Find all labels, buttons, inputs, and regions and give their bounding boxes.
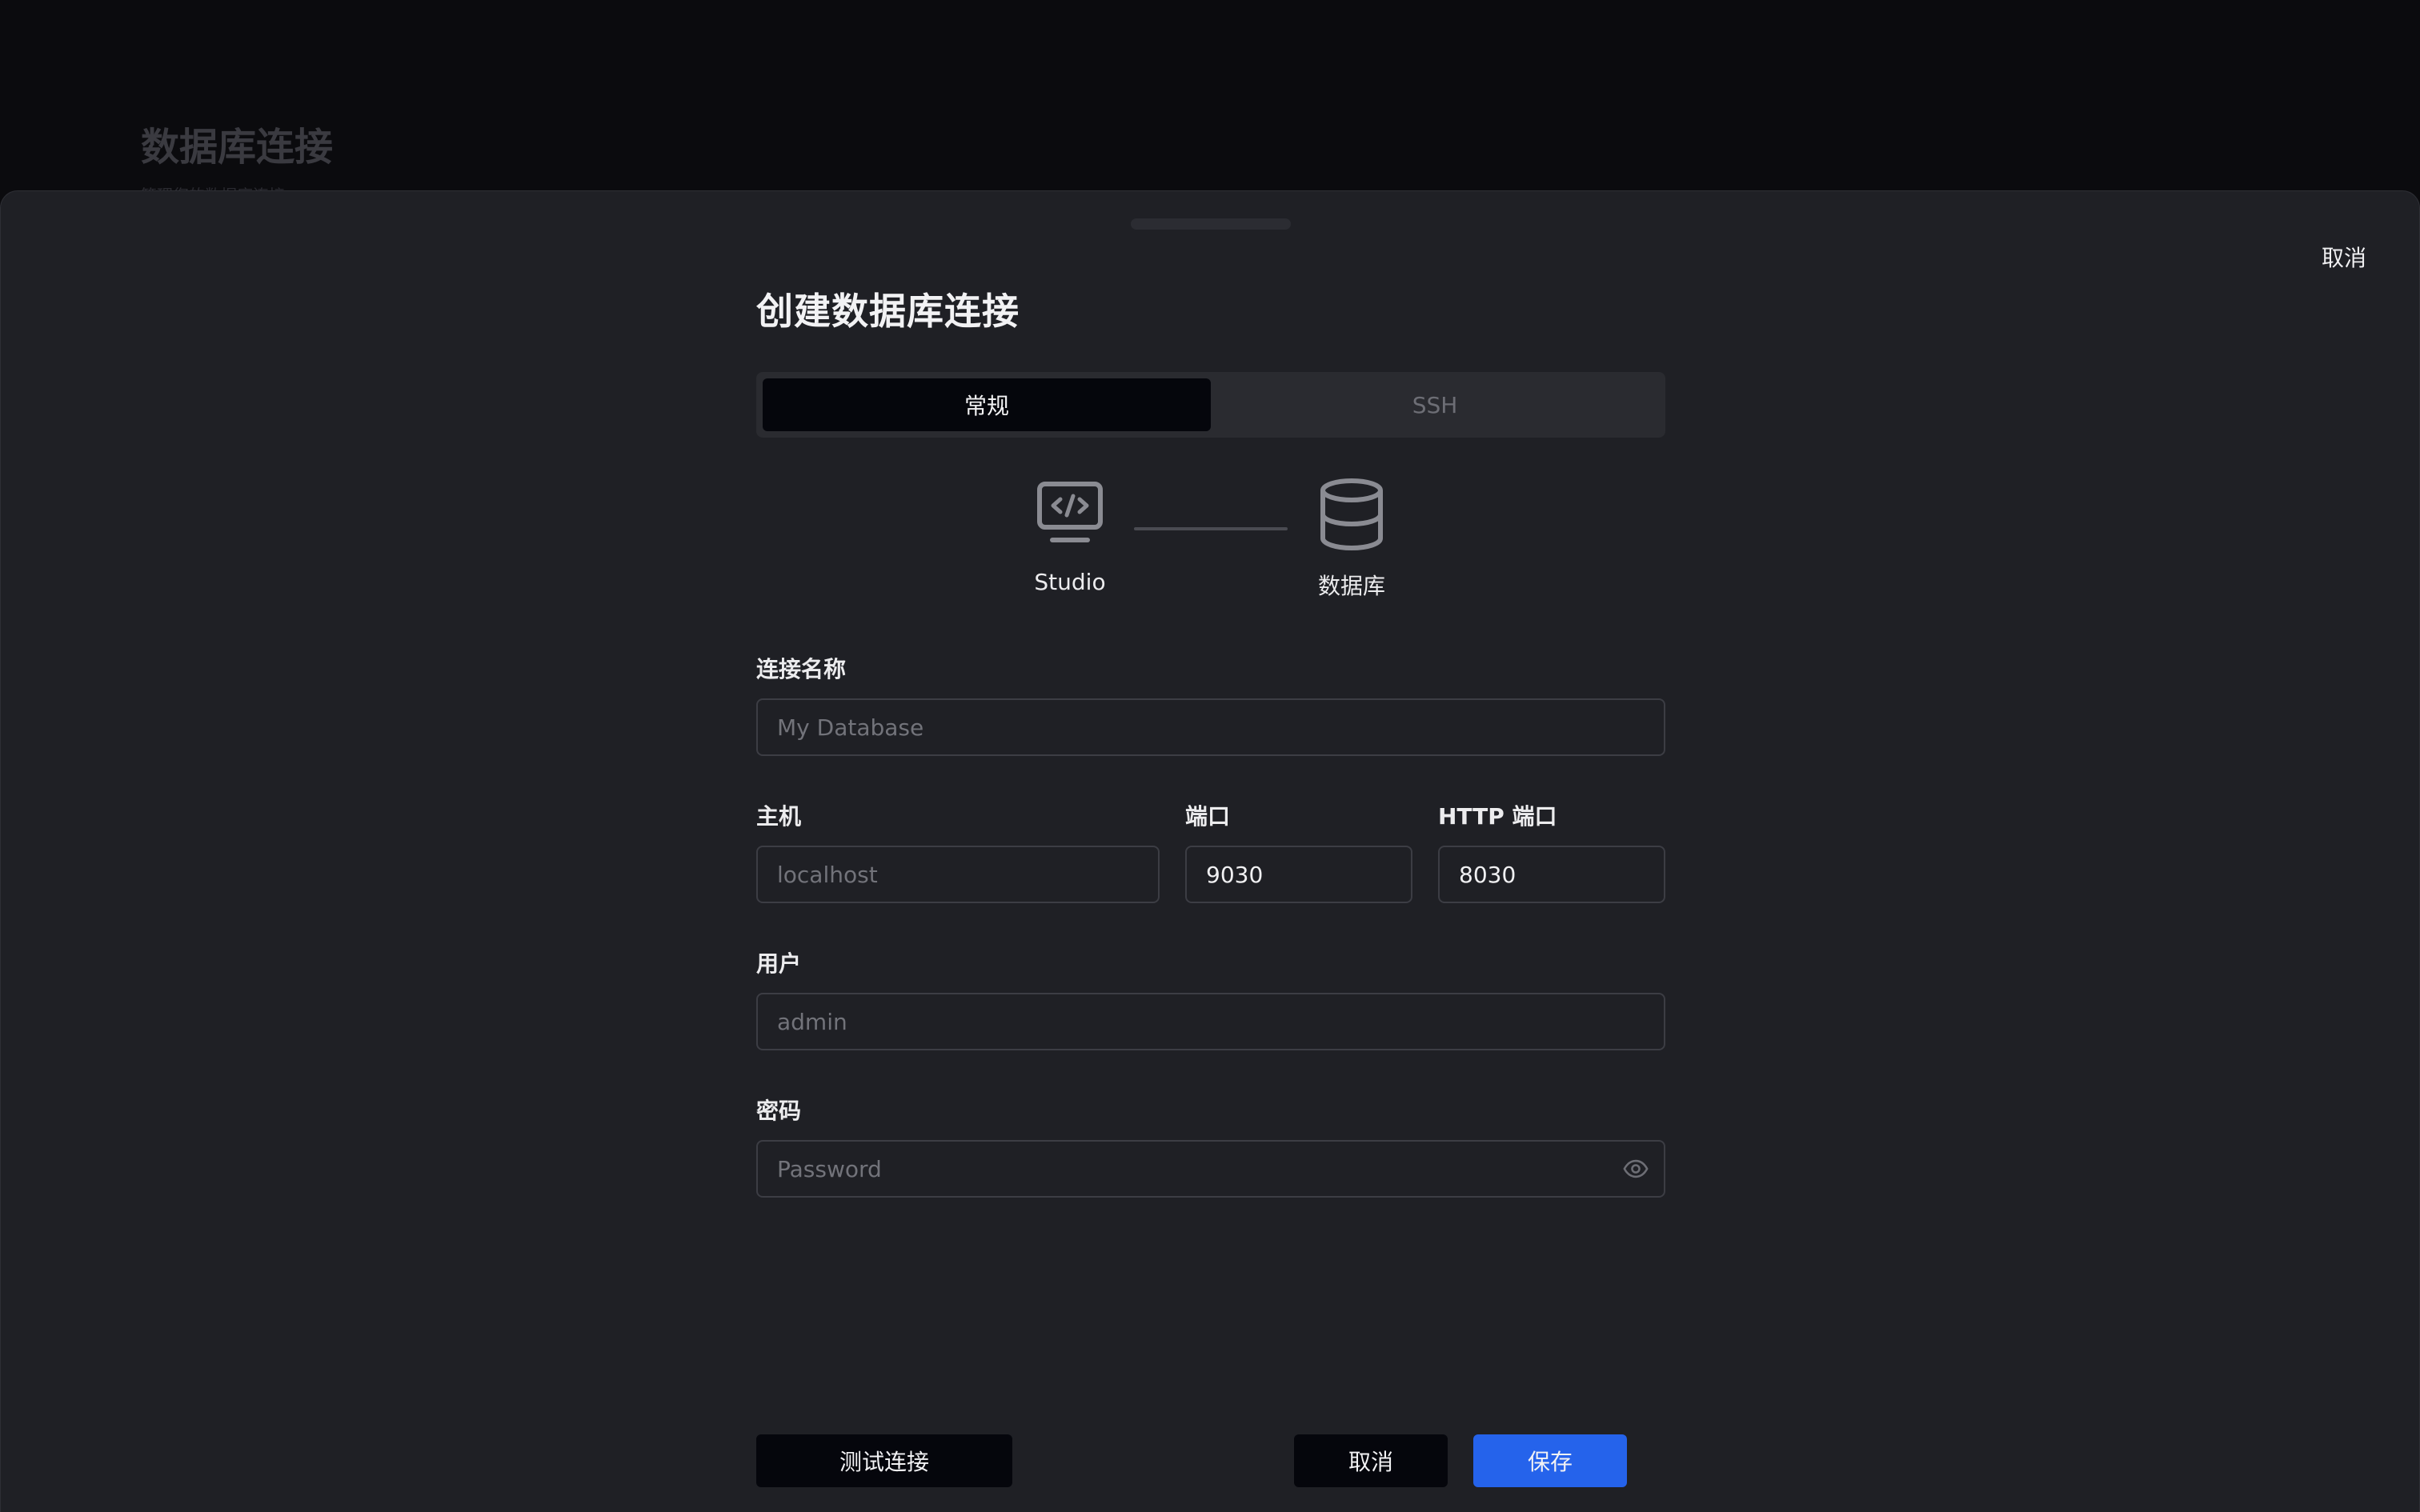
http-port-input[interactable] [1438,846,1665,903]
studio-node: Studio [1006,474,1134,595]
form-title: 创建数据库连接 [756,290,1020,333]
password-label: 密码 [756,1098,802,1124]
connection-name-input[interactable] [756,698,1665,756]
top-cancel-button[interactable]: 取消 [2322,241,2366,273]
port-label: 端口 [1185,803,1231,830]
tab-general[interactable]: 常规 [763,378,1211,431]
connection-line [1134,527,1288,530]
http-port-label: HTTP 端口 [1438,803,1557,830]
eye-icon[interactable] [1622,1155,1649,1182]
database-node: 数据库 [1288,474,1416,601]
studio-label: Studio [1034,569,1106,595]
background-title: 数据库连接 [141,125,334,170]
connection-name-label: 连接名称 [756,656,847,682]
monitor-code-icon [1037,482,1103,542]
host-label: 主机 [756,803,802,830]
create-connection-sheet: 取消 创建数据库连接 常规 SSH Studio 数据库 连接名称 My Dat… [0,190,2420,1512]
database-icon [1320,478,1383,550]
user-label: 用户 [756,950,802,977]
test-connection-button[interactable]: 测试连接 [756,1434,1012,1487]
sheet-drag-handle[interactable] [1131,218,1291,230]
host-input[interactable] [756,846,1160,903]
user-input[interactable] [756,993,1665,1050]
tab-bar: 常规 SSH [756,372,1665,438]
connection-diagram: Studio 数据库 [756,474,1665,602]
tab-ssh[interactable]: SSH [1211,378,1659,431]
database-label: 数据库 [1317,573,1385,599]
password-input[interactable] [756,1140,1665,1198]
port-input[interactable] [1185,846,1412,903]
cancel-button[interactable]: 取消 [1294,1434,1448,1487]
save-button[interactable]: 保存 [1473,1434,1627,1487]
